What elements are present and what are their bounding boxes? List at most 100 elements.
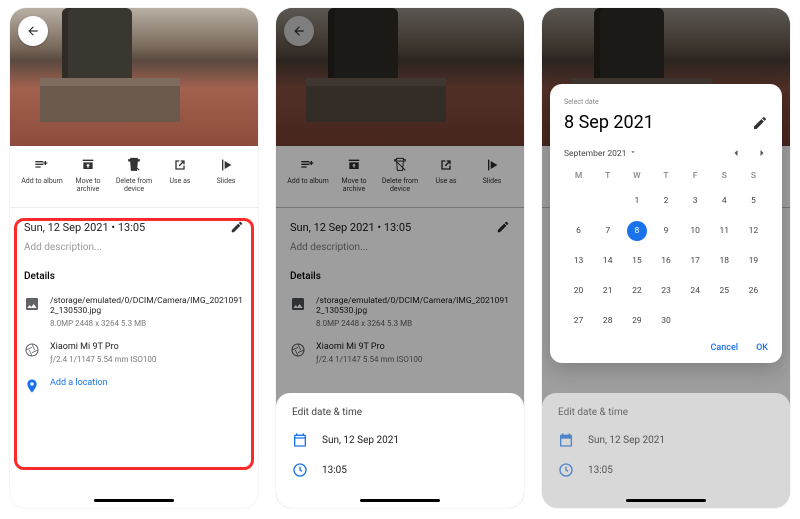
playlist-add-icon bbox=[33, 156, 51, 174]
edit-datetime-sheet-dim: Edit date & time Sun, 12 Sep 2021 13:05 bbox=[542, 393, 790, 508]
day-cell bbox=[569, 191, 589, 211]
details-heading: Details bbox=[24, 271, 244, 282]
edit-text-button[interactable] bbox=[752, 115, 768, 131]
day-cell[interactable]: 5 bbox=[743, 191, 763, 211]
day-cell[interactable]: 27 bbox=[569, 311, 589, 331]
sheet-title: Edit date & time bbox=[292, 407, 508, 418]
day-cell[interactable]: 10 bbox=[685, 221, 705, 241]
day-cell[interactable]: 23 bbox=[656, 281, 676, 301]
dow-label: F bbox=[681, 171, 710, 181]
action-delete[interactable]: Delete from device bbox=[112, 156, 156, 193]
file-row: /storage/emulated/0/DCIM/Camera/IMG_2021… bbox=[24, 296, 244, 328]
day-cell[interactable]: 17 bbox=[685, 251, 705, 271]
day-cell[interactable]: 9 bbox=[656, 221, 676, 241]
day-cell[interactable]: 20 bbox=[569, 281, 589, 301]
play-icon bbox=[217, 156, 235, 174]
back-arrow-icon bbox=[26, 24, 40, 38]
phone-edit-sheet: Add to album Move to archive Delete from… bbox=[276, 8, 524, 508]
dow-label: W bbox=[622, 171, 651, 181]
day-cell bbox=[685, 311, 705, 331]
label: Move to archive bbox=[66, 178, 110, 193]
home-indicator bbox=[94, 499, 174, 502]
day-cell[interactable]: 3 bbox=[685, 191, 705, 211]
label: Use as bbox=[169, 178, 190, 186]
dow-label: T bbox=[593, 171, 622, 181]
day-cell[interactable]: 24 bbox=[685, 281, 705, 301]
day-cell[interactable]: 25 bbox=[714, 281, 734, 301]
day-cell[interactable]: 29 bbox=[627, 311, 647, 331]
day-cell[interactable]: 15 bbox=[627, 251, 647, 271]
action-archive[interactable]: Move to archive bbox=[66, 156, 110, 193]
chevron-left-icon bbox=[730, 147, 742, 159]
label: Delete from device bbox=[112, 178, 156, 193]
add-location-link[interactable]: Add a location bbox=[50, 378, 108, 394]
clock-icon bbox=[292, 462, 308, 478]
back-button[interactable] bbox=[18, 16, 48, 46]
pencil-icon bbox=[752, 115, 768, 131]
date-value: Sun, 12 Sep 2021 bbox=[322, 435, 399, 446]
day-cell[interactable]: 19 bbox=[743, 251, 763, 271]
picked-date: 8 Sep 2021 bbox=[564, 112, 654, 133]
month-dropdown[interactable]: September 2021 bbox=[564, 148, 637, 159]
datetime-text: Sun, 12 Sep 2021 • 13:05 bbox=[24, 221, 145, 234]
delete-device-icon bbox=[125, 156, 143, 174]
edit-time-row[interactable]: 13:05 bbox=[292, 462, 508, 478]
day-cell[interactable]: 21 bbox=[598, 281, 618, 301]
info-sheet: Sun, 12 Sep 2021 • 13:05 Add description… bbox=[10, 208, 258, 406]
day-cell[interactable]: 6 bbox=[569, 221, 589, 241]
dropdown-icon bbox=[629, 148, 637, 156]
home-indicator bbox=[626, 499, 706, 502]
day-cell bbox=[598, 191, 618, 211]
day-cell[interactable]: 7 bbox=[598, 221, 618, 241]
chevron-right-icon bbox=[756, 147, 768, 159]
day-cell[interactable]: 1 bbox=[627, 191, 647, 211]
label: Add to album bbox=[21, 178, 63, 186]
pedestal-shape bbox=[40, 78, 180, 122]
day-cell[interactable]: 12 bbox=[743, 221, 763, 241]
action-use-as[interactable]: Use as bbox=[158, 156, 202, 193]
cancel-button[interactable]: Cancel bbox=[711, 343, 739, 353]
day-cell[interactable]: 14 bbox=[598, 251, 618, 271]
edit-datetime-button[interactable] bbox=[230, 220, 244, 234]
device-row: Xiaomi Mi 9T Pro ƒ/2.4 1/1147 5.54 mm IS… bbox=[24, 342, 244, 364]
location-icon bbox=[24, 378, 40, 394]
statue-shape bbox=[62, 8, 132, 86]
day-cell[interactable]: 18 bbox=[714, 251, 734, 271]
phone-info: Add to album Move to archive Delete from… bbox=[10, 8, 258, 508]
day-cell[interactable]: 28 bbox=[598, 311, 618, 331]
action-slides[interactable]: Slides bbox=[204, 156, 248, 193]
action-add-to-album[interactable]: Add to album bbox=[20, 156, 64, 193]
day-cell[interactable]: 26 bbox=[743, 281, 763, 301]
day-cell[interactable]: 30 bbox=[656, 311, 676, 331]
actions-toolbar: Add to album Move to archive Delete from… bbox=[10, 146, 258, 208]
day-cell[interactable]: 8 bbox=[627, 221, 647, 241]
device-meta: ƒ/2.4 1/1147 5.54 mm ISO100 bbox=[50, 355, 156, 364]
date-picker-dialog: Select date 8 Sep 2021 September 2021 MT… bbox=[550, 84, 782, 363]
edit-date-row[interactable]: Sun, 12 Sep 2021 bbox=[292, 432, 508, 448]
archive-icon bbox=[79, 156, 97, 174]
label: Slides bbox=[217, 178, 236, 186]
home-indicator bbox=[360, 499, 440, 502]
prev-month-button[interactable] bbox=[730, 147, 742, 159]
pencil-icon bbox=[230, 220, 244, 234]
ok-button[interactable]: OK bbox=[756, 343, 768, 353]
calendar-icon bbox=[292, 432, 308, 448]
description-input[interactable]: Add description... bbox=[24, 242, 244, 253]
day-cell[interactable]: 11 bbox=[714, 221, 734, 241]
dow-label: T bbox=[651, 171, 680, 181]
day-cell[interactable]: 16 bbox=[656, 251, 676, 271]
open-in-icon bbox=[171, 156, 189, 174]
device-name: Xiaomi Mi 9T Pro bbox=[50, 342, 156, 352]
select-date-label: Select date bbox=[564, 98, 768, 106]
location-row[interactable]: Add a location bbox=[24, 378, 244, 394]
day-cell[interactable]: 4 bbox=[714, 191, 734, 211]
aperture-icon bbox=[24, 342, 40, 364]
day-cell[interactable]: 13 bbox=[569, 251, 589, 271]
dow-label: S bbox=[739, 171, 768, 181]
image-icon bbox=[24, 296, 40, 328]
time-value: 13:05 bbox=[322, 465, 347, 476]
day-cell[interactable]: 2 bbox=[656, 191, 676, 211]
calendar-grid: MTWTFSS123456789101112131415161718192021… bbox=[564, 171, 768, 331]
day-cell[interactable]: 22 bbox=[627, 281, 647, 301]
next-month-button[interactable] bbox=[756, 147, 768, 159]
